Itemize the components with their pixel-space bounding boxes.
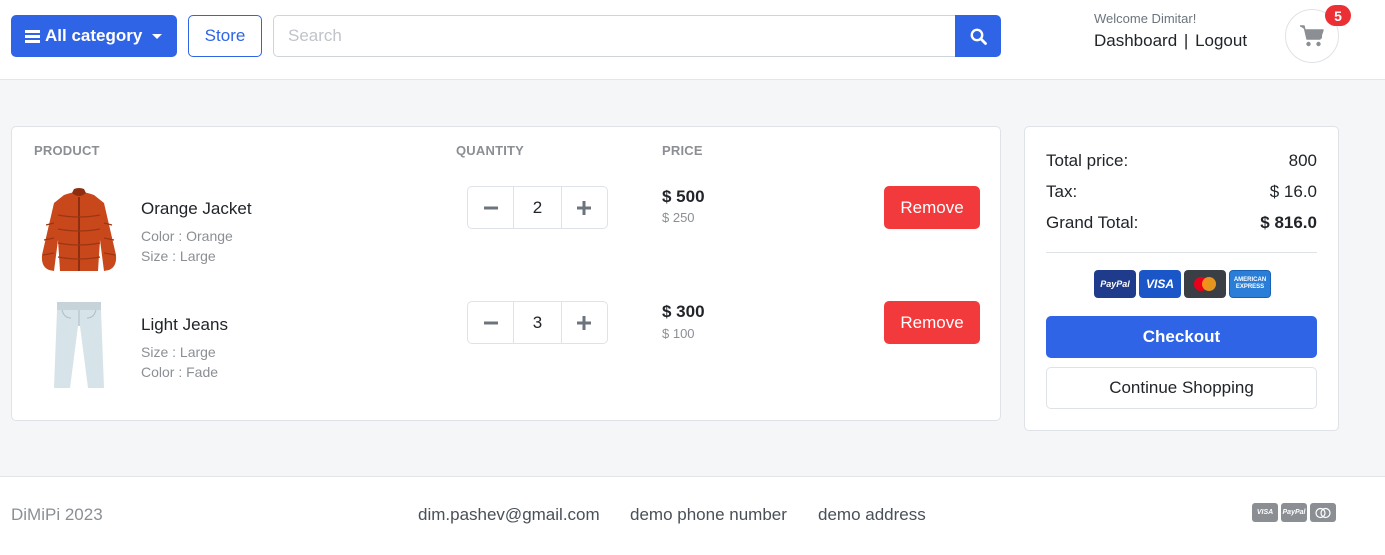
decrease-quantity-button[interactable]	[467, 186, 515, 229]
welcome-text: Welcome Dimitar!	[1094, 11, 1197, 26]
mastercard-icon	[1184, 270, 1226, 298]
item-total-price: $ 300	[662, 302, 705, 321]
cart-row: Orange Jacket Color : Orange Size : Larg…	[12, 182, 1000, 292]
all-category-dropdown[interactable]: All category	[11, 15, 177, 57]
item-name[interactable]: Orange Jacket	[141, 199, 252, 219]
paypal-icon: PayPal	[1094, 270, 1136, 298]
order-summary: Total price: 800 Tax: $ 16.0 Grand Total…	[1024, 126, 1339, 431]
item-name[interactable]: Light Jeans	[141, 315, 228, 335]
total-price-value: 800	[1288, 151, 1317, 170]
column-header-product: PRODUCT	[34, 143, 100, 158]
all-category-label: All category	[45, 26, 143, 45]
dashboard-link[interactable]: Dashboard	[1094, 31, 1177, 50]
column-header-quantity: QUANTITY	[456, 143, 525, 158]
visa-icon: VISA	[1252, 503, 1278, 522]
footer-phone: demo phone number	[630, 505, 787, 524]
search-input[interactable]	[273, 15, 956, 57]
item-unit-price: $ 250	[662, 210, 695, 225]
payment-methods: PayPal VISA AMERICAN EXPRESS	[1094, 270, 1271, 298]
footer-email[interactable]: dim.pashev@gmail.com	[418, 505, 600, 525]
increase-quantity-button[interactable]	[560, 301, 609, 344]
footer-payment-icons: VISA PayPal	[1252, 503, 1336, 522]
item-attribute: Color : Orange	[141, 228, 233, 244]
item-unit-price: $ 100	[662, 326, 695, 341]
caret-down-icon	[152, 33, 163, 39]
cart-row: Light Jeans Size : Large Color : Fade 3 …	[12, 297, 1000, 407]
cart-table: PRODUCT QUANTITY PRICE Orange Jacket Col…	[11, 126, 1001, 421]
grand-total-value: $ 816.0	[1260, 213, 1317, 232]
quantity-stepper: 3	[467, 301, 609, 344]
store-button[interactable]: Store	[188, 15, 262, 57]
cart-count-badge: 5	[1325, 5, 1351, 26]
divider	[1046, 252, 1317, 253]
mastercard-icon	[1310, 503, 1336, 522]
search-icon	[970, 28, 987, 45]
total-price-label: Total price:	[1046, 151, 1129, 170]
user-links: Dashboard | Logout	[1094, 31, 1247, 51]
visa-icon: VISA	[1139, 270, 1181, 298]
item-total-price: $ 500	[662, 187, 705, 206]
footer-address: demo address	[818, 505, 926, 524]
remove-button[interactable]: Remove	[884, 301, 980, 344]
link-separator: |	[1183, 31, 1189, 50]
amex-icon: AMERICAN EXPRESS	[1229, 270, 1271, 298]
increase-quantity-button[interactable]	[560, 186, 609, 229]
item-attribute: Size : Large	[141, 344, 216, 360]
decrease-quantity-button[interactable]	[467, 301, 515, 344]
minus-icon	[483, 321, 498, 324]
grand-total-label: Grand Total:	[1046, 213, 1139, 232]
quantity-value[interactable]: 3	[514, 301, 561, 344]
top-header: All category Store Welcome Dimitar! Dash…	[0, 0, 1385, 80]
item-attribute: Size : Large	[141, 248, 216, 264]
continue-shopping-button[interactable]: Continue Shopping	[1046, 367, 1317, 409]
remove-button[interactable]: Remove	[884, 186, 980, 229]
plus-icon	[577, 200, 592, 215]
tax-value: $ 16.0	[1269, 182, 1317, 201]
minus-icon	[483, 206, 498, 209]
shopping-cart-icon	[1300, 25, 1324, 47]
grand-total-row: Grand Total: $ 816.0	[1046, 213, 1317, 233]
item-attribute: Color : Fade	[141, 364, 219, 380]
menu-icon	[25, 29, 40, 43]
footer-brand: DiMiPi 2023	[11, 505, 103, 524]
search-button[interactable]	[955, 15, 1001, 57]
tax-label: Tax:	[1046, 182, 1078, 201]
plus-icon	[577, 315, 592, 330]
quantity-stepper: 2	[467, 186, 609, 229]
orange-jacket-image	[34, 185, 124, 275]
footer: DiMiPi 2023 dim.pashev@gmail.com demo ph…	[0, 476, 1385, 555]
light-jeans-image	[34, 300, 124, 390]
paypal-icon: PayPal	[1281, 503, 1307, 522]
column-header-price: PRICE	[662, 143, 703, 158]
total-price-row: Total price: 800	[1046, 151, 1317, 171]
logout-link[interactable]: Logout	[1195, 31, 1247, 50]
tax-row: Tax: $ 16.0	[1046, 182, 1317, 202]
checkout-button[interactable]: Checkout	[1046, 316, 1317, 358]
quantity-value[interactable]: 2	[514, 186, 561, 229]
